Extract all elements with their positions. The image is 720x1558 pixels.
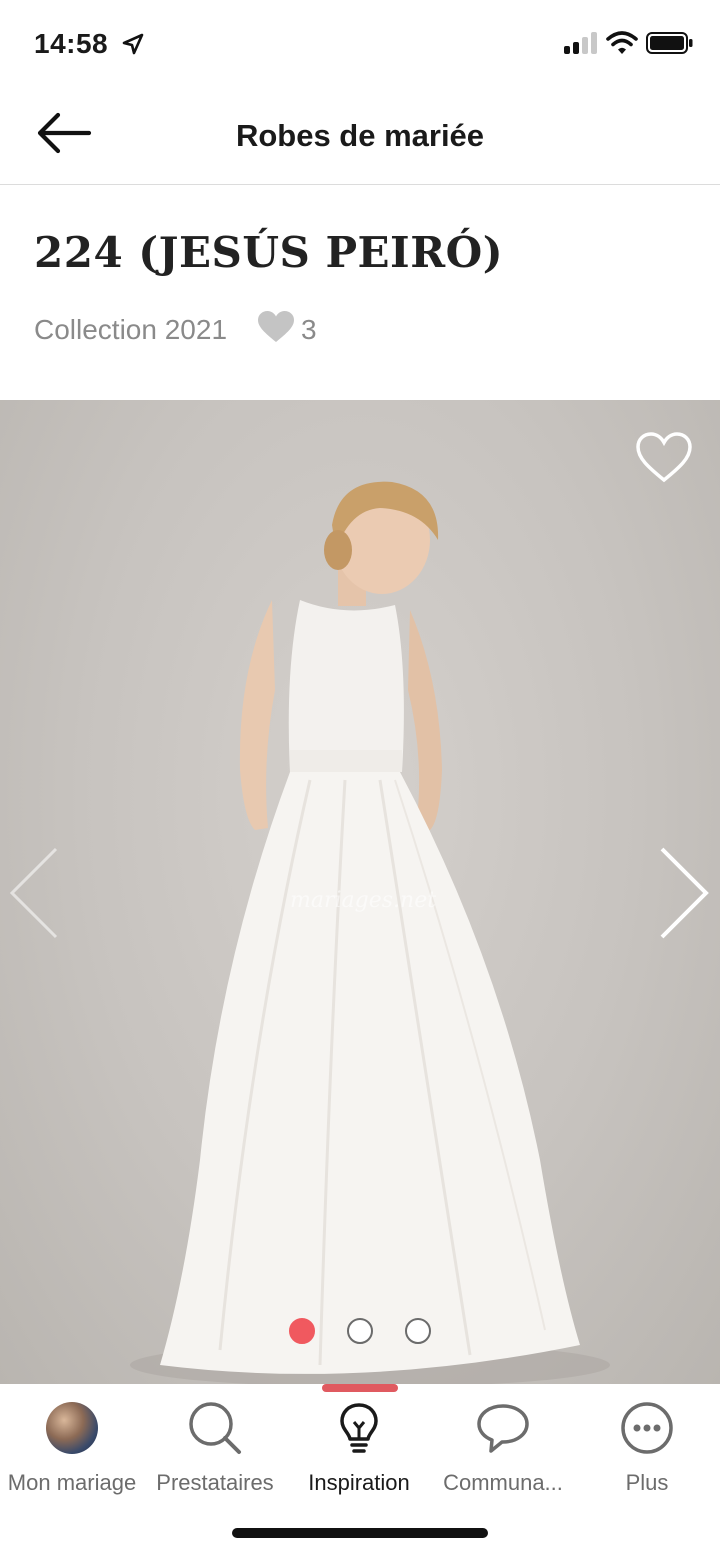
carousel-dot[interactable] [289, 1318, 315, 1344]
tab-label: Plus [625, 1470, 669, 1495]
page-title: Robes de mariée [235, 118, 485, 153]
avatar [46, 1402, 98, 1454]
lightbulb-icon [340, 1403, 378, 1453]
previous-image-icon[interactable] [4, 845, 64, 945]
tab-label: Communa... [443, 1470, 563, 1495]
product-meta: Collection 2021 3 [34, 310, 317, 351]
more-icon [621, 1402, 673, 1454]
nav-header: Robes de mariée [0, 90, 720, 185]
tab-mon-mariage[interactable]: Mon mariage [0, 1396, 147, 1506]
home-indicator[interactable] [232, 1528, 488, 1538]
cellular-signal-icon [564, 32, 600, 54]
watermark-text: mariages.net [290, 888, 437, 913]
tab-prestataires[interactable]: Prestataires [140, 1396, 290, 1506]
tab-label: Inspiration [308, 1470, 410, 1495]
carousel-dot[interactable] [347, 1318, 373, 1344]
wifi-icon [606, 30, 638, 61]
battery-icon [646, 32, 694, 59]
carousel-dots [0, 1318, 720, 1344]
location-arrow-icon [122, 30, 144, 62]
tab-communaute[interactable]: Communa... [428, 1396, 578, 1506]
clock-text: 14:58 [34, 28, 109, 59]
product-title: 224 (JESÚS PEIRÓ) [34, 228, 504, 277]
dress-image-carousel[interactable]: mariages.net [0, 400, 720, 1384]
tab-inspiration[interactable]: Inspiration [284, 1396, 434, 1506]
active-tab-indicator [322, 1384, 398, 1392]
chat-icon [477, 1404, 529, 1453]
favorite-heart-icon[interactable] [634, 430, 694, 486]
collection-label: Collection 2021 [34, 314, 228, 345]
status-time: 14:58 [34, 28, 144, 62]
heart-icon [257, 310, 295, 351]
tab-plus[interactable]: Plus [572, 1396, 720, 1506]
tab-label: Prestataires [156, 1470, 274, 1495]
carousel-dot[interactable] [405, 1318, 431, 1344]
search-icon [189, 1402, 241, 1454]
likes-count: 3 [301, 314, 317, 345]
next-image-icon[interactable] [654, 845, 714, 945]
tab-label: Mon mariage [7, 1470, 137, 1495]
status-bar: 14:58 [0, 0, 720, 90]
